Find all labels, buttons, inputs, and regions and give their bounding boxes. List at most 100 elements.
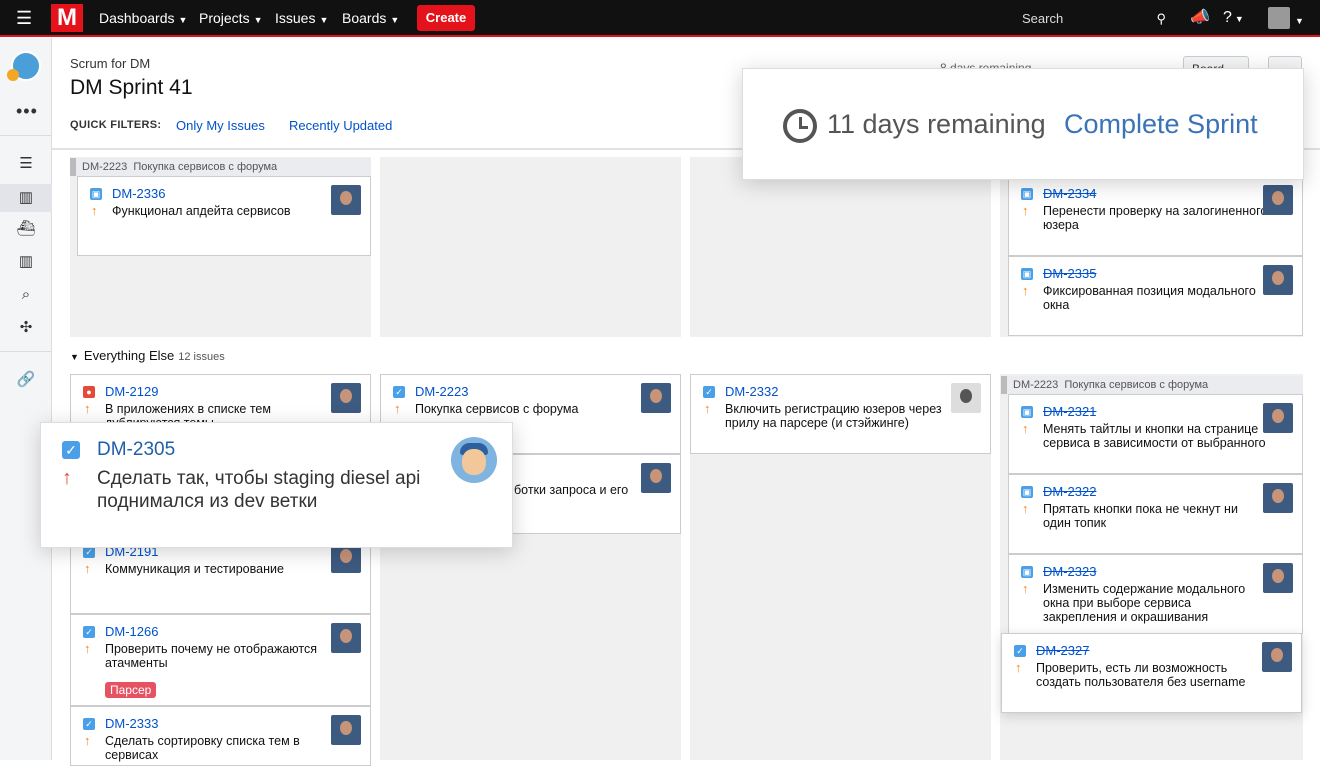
breadcrumb[interactable]: Scrum for DM bbox=[70, 56, 150, 71]
more-icon[interactable]: ••• bbox=[16, 101, 38, 122]
sprint-remaining-callout: 11 days remaining Complete Sprint bbox=[742, 68, 1304, 180]
issue-summary: Изменить содержание модального окна при … bbox=[1043, 582, 1246, 624]
priority-high-icon: ↑ bbox=[84, 561, 91, 576]
days-remaining: 11 days remaining bbox=[827, 109, 1046, 139]
assignee-avatar bbox=[951, 383, 981, 413]
search-placeholder: Search bbox=[1022, 11, 1064, 26]
nav-boards[interactable]: Boards ▼ bbox=[342, 0, 399, 37]
quick-filter-only-my-issues[interactable]: Only My Issues bbox=[176, 118, 265, 133]
column-inprogress-top bbox=[380, 157, 681, 337]
issue-card[interactable]: ▣ DM-2321 ↑ Менять тайтлы и кнопки на ст… bbox=[1008, 394, 1303, 474]
priority-high-icon: ↑ bbox=[394, 401, 401, 416]
backlog-icon[interactable]: ☰ bbox=[14, 152, 38, 176]
issue-key[interactable]: DM-2129 bbox=[105, 384, 158, 399]
issue-key[interactable]: DM-2305 bbox=[97, 439, 175, 461]
issue-summary: Проверить почему не отображаются атачмен… bbox=[105, 642, 317, 670]
swimlane-header[interactable]: ▼ Everything Else 12 issues bbox=[70, 348, 225, 363]
priority-high-icon: ↑ bbox=[1022, 203, 1029, 218]
issue-key[interactable]: DM-2336 bbox=[112, 186, 165, 201]
app-logo[interactable]: M bbox=[51, 4, 83, 32]
parent-summary: Покупка сервисов с форума bbox=[1064, 379, 1209, 391]
issue-key[interactable]: DM-2332 bbox=[725, 384, 778, 399]
issue-key[interactable]: DM-2321 bbox=[1043, 404, 1096, 419]
issue-card[interactable]: ✓ DM-1266 ↑ Проверить почему не отобража… bbox=[70, 614, 371, 706]
issue-key[interactable]: DM-2223 bbox=[415, 384, 468, 399]
priority-high-icon: ↑ bbox=[84, 641, 91, 656]
create-button[interactable]: Create bbox=[417, 5, 475, 31]
issue-card[interactable]: ▣ DM-2335 ↑ Фиксированная позиция модаль… bbox=[1008, 256, 1303, 336]
assignee-avatar bbox=[1263, 483, 1293, 513]
board-icon[interactable]: ▥ bbox=[0, 184, 52, 212]
issue-card[interactable]: ✓ DM-2332 ↑ Включить регистрацию юзеров … bbox=[690, 374, 991, 454]
nav-projects[interactable]: Projects ▼ bbox=[199, 0, 263, 37]
assignee-avatar bbox=[1263, 403, 1293, 433]
nav-label: Issues bbox=[275, 10, 316, 26]
link-icon[interactable]: 🔗 bbox=[14, 368, 38, 392]
issue-key[interactable]: DM-2334 bbox=[1043, 186, 1096, 201]
task-checkbox-icon: ✓ bbox=[1014, 645, 1026, 657]
issue-card[interactable]: ▣ DM-2323 ↑ Изменить содержание модально… bbox=[1008, 554, 1303, 634]
issue-card[interactable]: ▣ DM-2334 ↑ Перенести проверку на залоги… bbox=[1008, 176, 1303, 256]
assignee-avatar bbox=[641, 383, 671, 413]
issues-search-icon[interactable]: ⌕ bbox=[14, 283, 38, 307]
search-icon[interactable]: ⚲ bbox=[1156, 9, 1166, 29]
chevron-down-icon: ▼ bbox=[390, 15, 400, 25]
issue-summary: Менять тайтлы и кнопки на странице серви… bbox=[1043, 422, 1266, 450]
priority-high-icon: ↑ bbox=[704, 401, 711, 416]
avatar[interactable] bbox=[1268, 7, 1290, 29]
page-title: DM Sprint 41 bbox=[70, 76, 193, 99]
issue-summary: Покупка сервисов с форума bbox=[415, 402, 579, 416]
nav-label: Dashboards bbox=[99, 10, 175, 26]
clock-icon bbox=[783, 109, 817, 143]
issue-card[interactable]: ✓ DM-2327 ↑ Проверить, есть ли возможнос… bbox=[1001, 633, 1302, 713]
nav-dashboards[interactable]: Dashboards ▼ bbox=[99, 0, 187, 37]
complete-sprint-button[interactable]: Complete Sprint bbox=[1064, 109, 1258, 140]
issue-key[interactable]: DM-2335 bbox=[1043, 266, 1096, 281]
issue-key[interactable]: DM-2323 bbox=[1043, 564, 1096, 579]
issue-label[interactable]: Парсер bbox=[105, 682, 157, 698]
project-avatar[interactable] bbox=[7, 51, 41, 81]
story-icon: ▣ bbox=[1021, 566, 1033, 578]
priority-high-icon: ↑ bbox=[1015, 660, 1022, 675]
parent-issue-header[interactable]: DM-2223 Покупка сервисов с форума bbox=[1001, 376, 1303, 394]
story-icon: ▣ bbox=[1021, 486, 1033, 498]
issue-card[interactable]: ✓ DM-2333 ↑ Сделать сортировку списка те… bbox=[70, 706, 371, 766]
issue-summary: Фиксированная позиция модального окна bbox=[1043, 284, 1256, 312]
issue-card[interactable]: ▣ DM-2336 ↑ Функционал апдейта сервисов bbox=[77, 176, 371, 256]
priority-high-icon: ↑ bbox=[1022, 501, 1029, 516]
chevron-down-icon[interactable]: ▼ bbox=[1295, 12, 1304, 30]
chevron-down-icon: ▼ bbox=[319, 15, 329, 25]
divider bbox=[0, 351, 52, 352]
issue-summary: ботки запроса и его bbox=[514, 483, 629, 497]
megaphone-icon[interactable]: 📣 bbox=[1190, 9, 1210, 27]
components-icon[interactable]: ✣ bbox=[14, 316, 38, 340]
quick-filter-recently-updated[interactable]: Recently Updated bbox=[289, 118, 392, 133]
nav-issues[interactable]: Issues ▼ bbox=[275, 0, 328, 37]
sidebar: ••• ☰ ▥ ⛴ ▥ ⌕ ✣ 🔗 bbox=[0, 38, 52, 760]
quick-filters-label: QUICK FILTERS: bbox=[70, 119, 162, 131]
assignee-avatar bbox=[331, 715, 361, 745]
nav-label: Projects bbox=[199, 10, 250, 26]
search-input[interactable]: Search ⚲ bbox=[1022, 9, 1172, 29]
parent-issue-header[interactable]: DM-2223 Покупка сервисов с форума bbox=[70, 158, 371, 176]
assignee-avatar bbox=[641, 463, 671, 493]
issue-card[interactable]: ▣ DM-2322 ↑ Прятать кнопки пока не чекну… bbox=[1008, 474, 1303, 554]
story-icon: ▣ bbox=[1021, 406, 1033, 418]
issue-summary: Включить регистрацию юзеров через прилу … bbox=[725, 402, 942, 430]
reports-icon[interactable]: ▥ bbox=[14, 250, 38, 274]
issue-key[interactable]: DM-1266 bbox=[105, 624, 158, 639]
help-icon[interactable]: ? ▼ bbox=[1223, 9, 1244, 28]
issue-card-zoomed[interactable]: ✓ DM-2305 ↑ Сделать так, чтобы staging d… bbox=[40, 422, 513, 548]
issue-key[interactable]: DM-2322 bbox=[1043, 484, 1096, 499]
project-badge-icon bbox=[7, 69, 19, 81]
releases-icon[interactable]: ⛴ bbox=[14, 217, 38, 241]
priority-high-icon: ↑ bbox=[62, 467, 72, 489]
chevron-down-icon: ▼ bbox=[253, 15, 263, 25]
task-checkbox-icon: ✓ bbox=[83, 718, 95, 730]
issue-summary: Прятать кнопки пока не чекнут ни один то… bbox=[1043, 502, 1238, 530]
issue-key[interactable]: DM-2327 bbox=[1036, 643, 1089, 658]
hamburger-icon[interactable]: ☰ bbox=[16, 9, 34, 27]
chevron-down-icon: ▼ bbox=[70, 352, 79, 362]
issue-key[interactable]: DM-2333 bbox=[105, 716, 158, 731]
priority-high-icon: ↑ bbox=[91, 203, 98, 218]
